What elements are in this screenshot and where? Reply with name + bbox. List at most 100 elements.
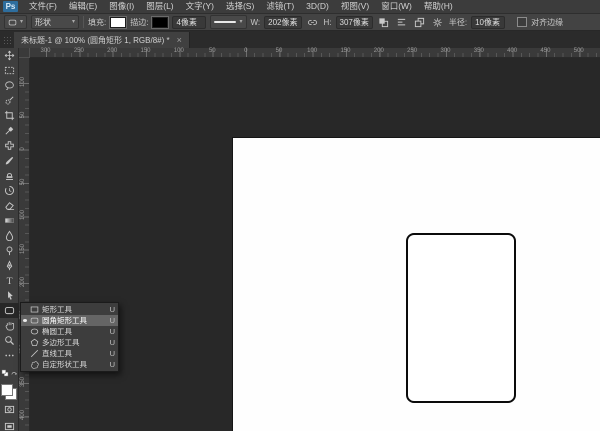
height-label: H: [324, 18, 332, 27]
current-tool-bullet [23, 319, 27, 322]
tool-options-bar: ▾ 形状 ▾ 填充: 描边: 4像素 ▾ W: 202像素 H: 307像素 半… [0, 14, 600, 31]
ruler-tick-label: 100 [307, 48, 317, 54]
path-operations-button[interactable] [377, 16, 391, 29]
menu-item-type[interactable]: 文字(Y) [180, 0, 220, 13]
align-edges-label: 对齐边缘 [531, 17, 563, 28]
quick-mask-button[interactable] [0, 402, 19, 417]
type-tool[interactable]: T [0, 273, 19, 288]
current-tool-bullet [23, 308, 27, 312]
flyout-item-rectangle-tool[interactable]: 矩形工具U [21, 304, 118, 315]
document-canvas[interactable] [233, 138, 600, 431]
vertical-ruler[interactable]: 10050050100150200250300350400 [19, 58, 30, 431]
svg-text:T: T [6, 276, 12, 286]
ruler-tick-label: 50 [20, 176, 26, 188]
flyout-item-rounded-rectangle-tool[interactable]: 圆角矩形工具U [21, 315, 118, 326]
menu-item-select[interactable]: 选择(S) [220, 0, 260, 13]
ruler-tick-label: 50 [276, 48, 283, 54]
document-tab[interactable]: 未标题-1 @ 100% (圆角矩形 1, RGB/8#) * × [14, 32, 190, 48]
rounded-rect-icon [30, 316, 39, 325]
shape-width-input[interactable]: 202像素 [264, 16, 301, 29]
dodge-tool[interactable] [0, 243, 19, 258]
eyedropper-tool[interactable] [0, 123, 19, 138]
edit-toolbar-button[interactable] [0, 348, 19, 363]
blur-tool[interactable] [0, 228, 19, 243]
default-colors-icon[interactable] [1, 364, 9, 382]
ruler-tick-label: 0 [244, 48, 247, 54]
line-shape-icon [30, 349, 39, 358]
fill-color-swatch[interactable] [110, 17, 126, 28]
path-selection-tool[interactable] [0, 288, 19, 303]
tool-mode-dropdown[interactable]: 形状 ▾ [31, 15, 79, 29]
menu-item-image[interactable]: 图像(I) [103, 0, 140, 13]
lasso-tool[interactable] [0, 78, 19, 93]
tool-preset-dropdown[interactable]: ▾ [4, 15, 27, 29]
menu-item-filter[interactable]: 滤镜(T) [260, 0, 300, 13]
flyout-item-polygon-tool[interactable]: 多边形工具U [21, 337, 118, 348]
brush-tool[interactable] [0, 153, 19, 168]
document-tab-bar: 未标题-1 @ 100% (圆角矩形 1, RGB/8#) * × [0, 31, 600, 49]
work-area: T 30025020015010050050100150200250300350… [0, 48, 600, 431]
current-tool-bullet [23, 363, 27, 367]
rectangular-marquee-tool[interactable] [0, 63, 19, 78]
stroke-style-dropdown[interactable]: ▾ [210, 15, 246, 29]
chevron-down-icon: ▾ [20, 19, 23, 25]
flyout-item-ellipse-tool[interactable]: 椭圆工具U [21, 326, 118, 337]
menu-items: 文件(F)编辑(E)图像(I)图层(L)文字(Y)选择(S)滤镜(T)3D(D)… [23, 0, 459, 13]
stroke-width-input[interactable]: 4像素 [172, 16, 206, 29]
screen-mode-button[interactable] [0, 419, 19, 431]
horizontal-ruler[interactable]: 3002502001501005005010015020025030035040… [30, 48, 600, 58]
menu-item-edit[interactable]: 编辑(E) [63, 0, 103, 13]
close-tab-icon[interactable]: × [177, 36, 182, 45]
solid-line-icon [214, 21, 236, 23]
quick-selection-tool[interactable] [0, 93, 19, 108]
pasteboard [30, 58, 600, 431]
clone-stamp-tool[interactable] [0, 168, 19, 183]
rounded-rectangle-preset-icon [8, 18, 17, 27]
ruler-corner[interactable] [19, 48, 30, 58]
ruler-tick-label: 200 [107, 48, 117, 54]
ruler-tick-label: 400 [507, 48, 517, 54]
rounded-rectangle-shape[interactable] [406, 233, 516, 403]
ruler-tick-label: 350 [474, 48, 484, 54]
ruler-tick-label: 200 [20, 276, 26, 288]
path-arrangement-button[interactable] [413, 16, 427, 29]
menu-item-file[interactable]: 文件(F) [23, 0, 63, 13]
ruler-tick-label: 100 [20, 209, 26, 221]
crop-tool[interactable] [0, 108, 19, 123]
shape-height-input[interactable]: 307像素 [336, 16, 373, 29]
align-edges-checkbox[interactable] [517, 17, 527, 27]
geometry-options-button[interactable] [431, 16, 445, 29]
path-alignment-button[interactable] [395, 16, 409, 29]
pen-tool[interactable] [0, 258, 19, 273]
foreground-color-swatch[interactable] [1, 384, 13, 396]
spot-healing-brush-tool[interactable] [0, 138, 19, 153]
radius-input[interactable]: 10像素 [471, 16, 505, 29]
move-tool[interactable] [0, 48, 19, 63]
zoom-tool[interactable] [0, 333, 19, 348]
menu-item-layer[interactable]: 图层(L) [140, 0, 179, 13]
ruler-tick-label: 500 [574, 48, 584, 54]
ruler-tick-label: 50 [209, 48, 216, 54]
menu-item-help[interactable]: 帮助(H) [418, 0, 459, 13]
menu-item-window[interactable]: 窗口(W) [375, 0, 418, 13]
hand-tool[interactable] [0, 318, 19, 333]
flyout-item-custom-shape-tool[interactable]: 自定形状工具U [21, 359, 118, 370]
width-label: W: [251, 18, 261, 27]
ruler-tick-label: 350 [20, 376, 26, 388]
eraser-tool[interactable] [0, 198, 19, 213]
menu-item-view[interactable]: 视图(V) [335, 0, 375, 13]
current-tool-bullet [23, 330, 27, 334]
chevron-down-icon: ▾ [239, 19, 242, 25]
gradient-tool[interactable] [0, 213, 19, 228]
rounded-rectangle-tool[interactable] [0, 303, 19, 318]
flyout-item-line-tool[interactable]: 直线工具U [21, 348, 118, 359]
link-dimensions-icon[interactable] [306, 16, 320, 29]
stroke-color-swatch[interactable] [152, 17, 168, 28]
tool-palette: T [0, 48, 19, 431]
photoshop-logo-icon: Ps [3, 1, 18, 12]
ruler-tick-label: 100 [174, 48, 184, 54]
menu-item-3d[interactable]: 3D(D) [300, 0, 335, 13]
swap-colors-icon[interactable] [10, 364, 18, 382]
history-brush-tool[interactable] [0, 183, 19, 198]
shape-tools-flyout-menu: 矩形工具U圆角矩形工具U椭圆工具U多边形工具U直线工具U自定形状工具U [20, 302, 119, 372]
